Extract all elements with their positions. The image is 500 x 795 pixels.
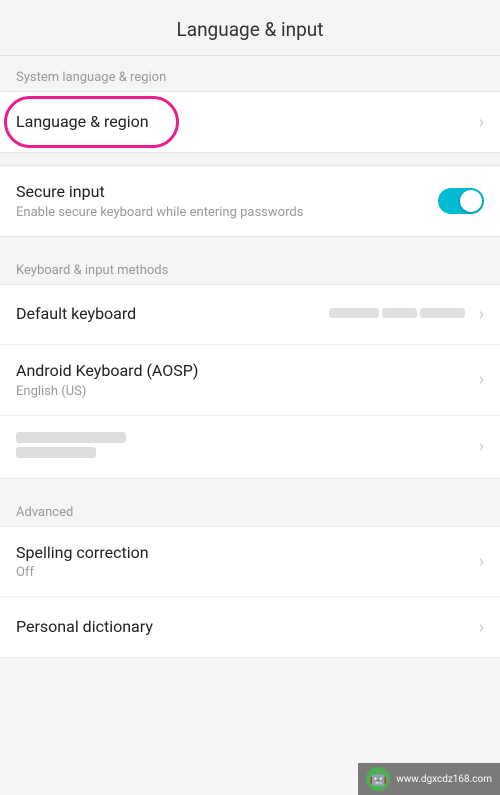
keyboard-group: Default keyboard › Android Keyboard (AOS… [0, 284, 500, 479]
gap1 [0, 155, 500, 165]
personal-dictionary-item[interactable]: Personal dictionary › [0, 597, 500, 657]
secure-input-group: Secure input Enable secure keyboard whil… [0, 165, 500, 237]
default-keyboard-value [329, 307, 465, 322]
android-keyboard-subtitle: English (US) [16, 384, 471, 399]
spelling-correction-subtitle: Off [16, 565, 471, 580]
spelling-correction-title: Spelling correction [16, 543, 471, 564]
chevron-icon: › [479, 369, 484, 390]
blurred-keyboard-content [16, 432, 471, 462]
default-keyboard-item[interactable]: Default keyboard › [0, 285, 500, 345]
language-region-right: › [471, 112, 484, 133]
watermark-icon: 🤖 [366, 767, 390, 791]
blurred-keyboard-item[interactable]: › [0, 416, 500, 478]
android-keyboard-item[interactable]: Android Keyboard (AOSP) English (US) › [0, 345, 500, 416]
language-region-item[interactable]: Language & region › [0, 92, 500, 152]
watermark-text: www.dgxcdz168.com [396, 774, 492, 785]
blurred-keyboard-right: › [471, 436, 484, 457]
spelling-correction-right: › [471, 551, 484, 572]
android-keyboard-title: Android Keyboard (AOSP) [16, 361, 471, 382]
chevron-icon: › [479, 112, 484, 133]
blurred-title [16, 432, 126, 443]
chevron-icon: › [479, 551, 484, 572]
secure-input-content: Secure input Enable secure keyboard whil… [16, 182, 438, 220]
section-label-system: System language & region [0, 56, 500, 91]
chevron-icon: › [479, 304, 484, 325]
secure-input-title: Secure input [16, 182, 438, 203]
default-keyboard-content: Default keyboard [16, 304, 329, 325]
personal-dictionary-title: Personal dictionary [16, 617, 471, 638]
default-keyboard-title: Default keyboard [16, 304, 329, 325]
personal-dictionary-content: Personal dictionary [16, 617, 471, 638]
secure-input-toggle[interactable] [438, 188, 484, 214]
personal-dictionary-right: › [471, 617, 484, 638]
default-keyboard-right: › [329, 304, 484, 325]
system-language-group: Language & region › [0, 91, 500, 153]
header: Language & input [0, 0, 500, 56]
blurred-subtitle [16, 447, 96, 458]
android-keyboard-right: › [471, 369, 484, 390]
advanced-group: Spelling correction Off › Personal dicti… [0, 526, 500, 659]
language-region-title: Language & region [16, 112, 471, 133]
section-label-advanced: Advanced [0, 491, 500, 526]
language-region-content: Language & region [16, 112, 471, 133]
spelling-correction-content: Spelling correction Off [16, 543, 471, 581]
chevron-icon: › [479, 617, 484, 638]
page-title: Language & input [177, 18, 324, 41]
android-keyboard-content: Android Keyboard (AOSP) English (US) [16, 361, 471, 399]
chevron-icon: › [479, 436, 484, 457]
section-label-keyboard: Keyboard & input methods [0, 249, 500, 284]
gap3 [0, 481, 500, 491]
spelling-correction-item[interactable]: Spelling correction Off › [0, 527, 500, 598]
watermark: 🤖 www.dgxcdz168.com [358, 763, 500, 795]
toggle-knob [460, 190, 482, 212]
secure-input-item[interactable]: Secure input Enable secure keyboard whil… [0, 166, 500, 236]
gap2 [0, 239, 500, 249]
secure-input-subtitle: Enable secure keyboard while entering pa… [16, 205, 438, 220]
